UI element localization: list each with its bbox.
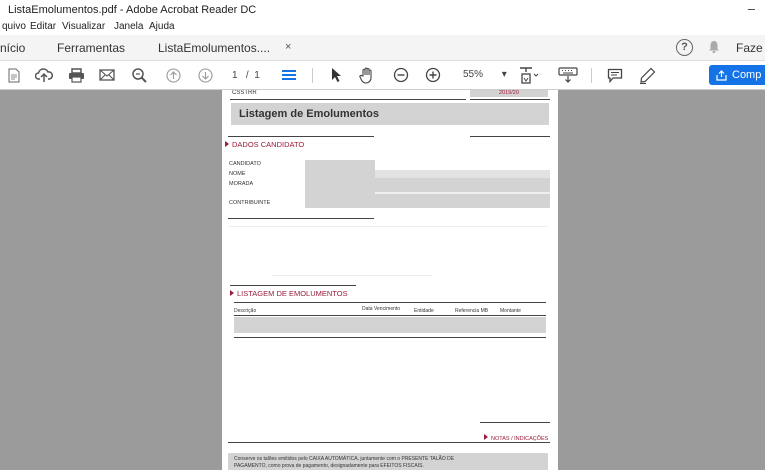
select-cursor-icon[interactable] bbox=[329, 66, 343, 84]
label-morada: MORADA bbox=[229, 181, 254, 187]
page-total: 1 bbox=[254, 70, 260, 81]
column-data-vencimento: Data Vencimento bbox=[362, 306, 401, 312]
title-bar: ListaEmolumentos.pdf - Adobe Acrobat Rea… bbox=[0, 0, 765, 20]
create-pdf-icon[interactable] bbox=[6, 66, 22, 84]
notes-line bbox=[480, 422, 550, 423]
page-thumbnails-icon[interactable] bbox=[280, 66, 298, 84]
arrow-icon bbox=[225, 141, 229, 147]
label-candidato: CANDIDATO bbox=[229, 161, 261, 167]
window-title: ListaEmolumentos.pdf - Adobe Acrobat Rea… bbox=[8, 4, 257, 16]
zoom-search-icon[interactable] bbox=[130, 66, 148, 84]
table-row bbox=[234, 317, 546, 333]
fit-page-icon[interactable] bbox=[518, 66, 540, 84]
page-number-field[interactable]: 1 / 1 bbox=[232, 70, 260, 81]
zoom-value[interactable]: 55% bbox=[463, 69, 483, 80]
signin-link[interactable]: Faze bbox=[736, 41, 763, 55]
next-page-icon[interactable] bbox=[197, 66, 213, 84]
tab-bar: nício Ferramentas ListaEmolumentos.... ×… bbox=[0, 35, 765, 61]
candidate-value bbox=[305, 160, 375, 170]
minimize-button[interactable]: – bbox=[748, 1, 755, 16]
page-separator: / bbox=[245, 70, 249, 81]
prev-page-icon[interactable] bbox=[165, 66, 181, 84]
share-button[interactable]: Comp bbox=[709, 65, 765, 85]
arrow-icon bbox=[230, 290, 234, 296]
zoom-dropdown-icon[interactable]: ▾ bbox=[502, 69, 507, 80]
tab-tools[interactable]: Ferramentas bbox=[57, 41, 125, 55]
notes-title: NOTAS / INDICAÇÕES bbox=[484, 434, 548, 442]
section-divider bbox=[228, 218, 374, 219]
menu-view[interactable]: Visualizar bbox=[62, 21, 105, 32]
section-title-candidate: DADOS CANDIDATO bbox=[225, 140, 304, 149]
tab-document[interactable]: ListaEmolumentos.... bbox=[158, 41, 270, 55]
document-title: Listagem de Emolumentos bbox=[231, 103, 549, 125]
share-label: Comp bbox=[732, 69, 762, 81]
section-title-text: DADOS CANDIDATO bbox=[232, 140, 305, 149]
bell-icon[interactable] bbox=[708, 40, 720, 57]
section-line bbox=[230, 285, 356, 286]
menu-bar: quivo Editar Visualizar Janela Ajuda bbox=[0, 20, 765, 35]
section-line-right bbox=[470, 136, 550, 137]
header-line bbox=[230, 99, 466, 100]
field-separator bbox=[375, 192, 550, 194]
table-bottom-line bbox=[234, 337, 546, 338]
footer-line-1: Conserve os talões emitidos pelo CAIXA A… bbox=[234, 456, 455, 462]
toolbar: 1 / 1 55% ▾ Comp bbox=[0, 61, 765, 90]
table-top-line bbox=[234, 302, 546, 303]
header-left-text: CSSTRR bbox=[232, 90, 257, 96]
column-montante: Montante bbox=[500, 308, 521, 314]
notes-bottom-line bbox=[228, 442, 550, 443]
menu-help[interactable]: Ajuda bbox=[149, 21, 175, 32]
table-header-line bbox=[234, 315, 546, 316]
section-line bbox=[228, 136, 374, 137]
zoom-out-icon[interactable] bbox=[392, 66, 409, 84]
email-icon[interactable] bbox=[98, 66, 116, 84]
tab-home[interactable]: nício bbox=[0, 41, 25, 55]
section-title-text: LISTAGEM DE EMOLUMENTOS bbox=[237, 289, 348, 298]
upload-icon[interactable] bbox=[35, 66, 53, 84]
keyboard-icon[interactable] bbox=[558, 66, 578, 84]
name-value bbox=[375, 170, 550, 178]
footer-line-2: PAGAMENTO, como prova de pagamento, desi… bbox=[234, 463, 424, 469]
share-icon bbox=[716, 69, 727, 81]
toolbar-separator bbox=[591, 68, 592, 83]
zoom-in-icon[interactable] bbox=[424, 66, 441, 84]
header-line-right bbox=[470, 99, 550, 100]
toolbar-separator bbox=[312, 68, 313, 83]
footer-note: Conserve os talões emitidos pelo CAIXA A… bbox=[228, 453, 548, 470]
header-year: 2019/20 bbox=[499, 90, 519, 96]
menu-file[interactable]: quivo bbox=[2, 21, 26, 32]
tab-close-button[interactable]: × bbox=[285, 41, 291, 53]
label-nome: NOME bbox=[229, 171, 246, 177]
arrow-icon bbox=[484, 434, 488, 440]
menu-edit[interactable]: Editar bbox=[30, 21, 56, 32]
hand-icon[interactable] bbox=[358, 66, 376, 84]
pen-icon[interactable] bbox=[638, 66, 656, 84]
label-contribuinte: CONTRIBUINTE bbox=[229, 200, 271, 206]
zoom-field[interactable]: 55% ▾ bbox=[463, 69, 507, 80]
faint-line bbox=[228, 226, 548, 227]
help-icon[interactable]: ? bbox=[676, 39, 693, 56]
menu-window[interactable]: Janela bbox=[114, 21, 143, 32]
column-descricao: Descrição bbox=[234, 308, 257, 314]
section-title-emolumentos: LISTAGEM DE EMOLUMENTOS bbox=[230, 289, 348, 298]
column-referencia-mb: Referencia MB bbox=[455, 308, 489, 314]
print-icon[interactable] bbox=[67, 66, 85, 84]
page-current[interactable]: 1 bbox=[232, 70, 238, 81]
pdf-page[interactable]: CSSTRR 2019/20 Listagem de Emolumentos D… bbox=[222, 90, 558, 470]
faint-line bbox=[272, 275, 432, 276]
comment-icon[interactable] bbox=[606, 66, 624, 84]
column-entidade: Entidade bbox=[414, 308, 434, 314]
